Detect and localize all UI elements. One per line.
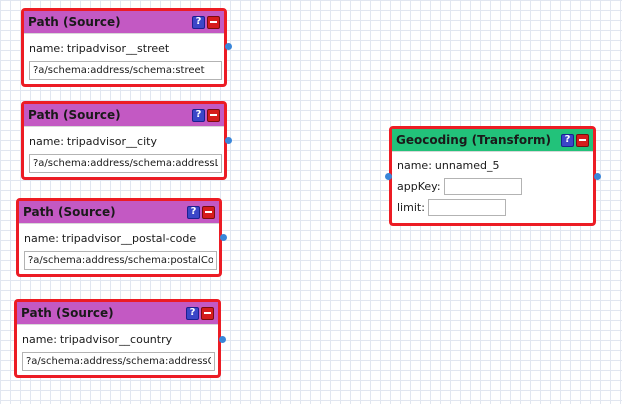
source-node-city[interactable]: Path (Source) ? name: tripadvisor__city <box>21 101 227 180</box>
node-title: Path (Source) <box>28 108 121 122</box>
node-title: Geocoding (Transform) <box>396 133 552 147</box>
appkey-input[interactable] <box>443 178 522 195</box>
transform-node-geocoding[interactable]: Geocoding (Transform) ? name: unnamed_5 … <box>389 126 596 226</box>
name-row: name: tripadvisor__city <box>29 131 219 152</box>
node-body: name: tripadvisor__postal-code <box>19 224 219 274</box>
node-body: name: tripadvisor__country <box>17 325 218 375</box>
minus-icon <box>205 211 212 213</box>
appkey-row: appKey: <box>397 176 588 197</box>
name-row: name: tripadvisor__postal-code <box>24 228 214 249</box>
minus-icon <box>579 139 586 141</box>
node-header[interactable]: Path (Source) ? <box>24 11 224 34</box>
source-node-postal-code[interactable]: Path (Source) ? name: tripadvisor__posta… <box>16 198 222 277</box>
help-button[interactable]: ? <box>561 133 574 147</box>
output-port[interactable] <box>225 43 232 50</box>
minus-icon <box>204 312 211 314</box>
node-header[interactable]: Path (Source) ? <box>17 302 218 325</box>
node-header[interactable]: Path (Source) ? <box>19 201 219 224</box>
name-row: name: unnamed_5 <box>397 155 588 176</box>
minus-icon <box>210 21 217 23</box>
help-button[interactable]: ? <box>186 306 199 320</box>
appkey-label: appKey: <box>397 180 441 193</box>
path-input[interactable] <box>22 352 215 371</box>
limit-label: limit: <box>397 201 425 214</box>
node-header[interactable]: Geocoding (Transform) ? <box>392 129 593 152</box>
source-node-country[interactable]: Path (Source) ? name: tripadvisor__count… <box>14 299 221 378</box>
node-title: Path (Source) <box>23 205 116 219</box>
input-port[interactable] <box>385 173 392 180</box>
remove-button[interactable] <box>207 15 220 29</box>
help-button[interactable]: ? <box>192 108 205 122</box>
source-node-street[interactable]: Path (Source) ? name: tripadvisor__stree… <box>21 8 227 87</box>
name-value: unnamed_5 <box>434 159 500 172</box>
remove-button[interactable] <box>207 108 220 122</box>
path-input[interactable] <box>29 61 222 80</box>
name-label: name: <box>22 333 57 346</box>
name-label: name: <box>24 232 59 245</box>
limit-input[interactable] <box>427 199 506 216</box>
node-header[interactable]: Path (Source) ? <box>24 104 224 127</box>
output-port[interactable] <box>594 173 601 180</box>
name-value: tripadvisor__postal-code <box>61 232 197 245</box>
name-row: name: tripadvisor__street <box>29 38 219 59</box>
remove-button[interactable] <box>576 133 589 147</box>
node-body: name: tripadvisor__street <box>24 34 224 84</box>
node-title: Path (Source) <box>21 306 114 320</box>
output-port[interactable] <box>219 336 226 343</box>
remove-button[interactable] <box>202 205 215 219</box>
remove-button[interactable] <box>201 306 214 320</box>
name-value: tripadvisor__street <box>66 42 170 55</box>
path-input[interactable] <box>24 251 217 270</box>
node-body: name: unnamed_5 appKey: limit: <box>392 152 593 222</box>
name-label: name: <box>29 42 64 55</box>
name-value: tripadvisor__city <box>66 135 157 148</box>
help-button[interactable]: ? <box>192 15 205 29</box>
path-input[interactable] <box>29 154 222 173</box>
limit-row: limit: <box>397 197 588 218</box>
node-title: Path (Source) <box>28 15 121 29</box>
name-row: name: tripadvisor__country <box>22 329 213 350</box>
name-label: name: <box>397 159 432 172</box>
name-label: name: <box>29 135 64 148</box>
output-port[interactable] <box>225 137 232 144</box>
name-value: tripadvisor__country <box>59 333 173 346</box>
output-port[interactable] <box>220 234 227 241</box>
node-body: name: tripadvisor__city <box>24 127 224 177</box>
help-button[interactable]: ? <box>187 205 200 219</box>
minus-icon <box>210 114 217 116</box>
